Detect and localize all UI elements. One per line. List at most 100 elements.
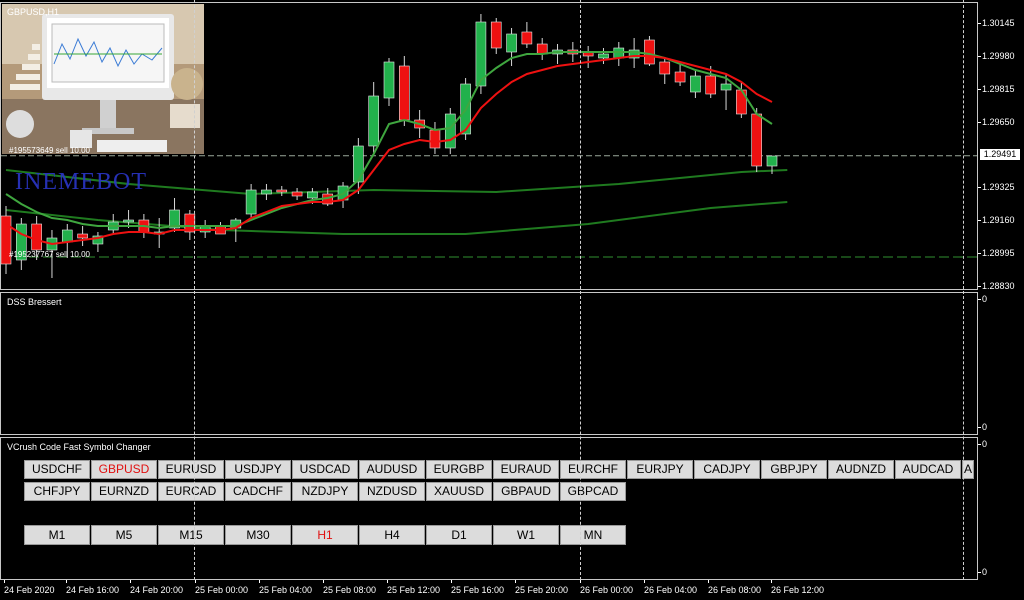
symbol-button-chfjpy[interactable]: CHFJPY bbox=[24, 482, 90, 501]
session-separator-1 bbox=[194, 0, 195, 580]
candle-body bbox=[598, 53, 609, 59]
candle-body bbox=[245, 189, 257, 215]
order-line-label-1: #195573649 sell 10.00 bbox=[9, 146, 90, 155]
symbol-button-audusd[interactable]: AUDUSD bbox=[359, 460, 425, 479]
candle-body bbox=[61, 229, 73, 243]
dss-axis-bottom-value: 0 bbox=[977, 422, 988, 432]
order-line-label-2: #195237767 sell 10.00 bbox=[9, 250, 90, 259]
symbol-timeframe-label: GBPUSD,H1 bbox=[7, 7, 60, 17]
timeframe-button-m30[interactable]: M30 bbox=[225, 525, 291, 545]
candle-body bbox=[31, 223, 42, 251]
symbol-button-cadjpy[interactable]: CADJPY bbox=[694, 460, 760, 479]
symbol-button-eurchf[interactable]: EURCHF bbox=[560, 460, 626, 479]
symbol-button-gbpaud[interactable]: GBPAUD bbox=[493, 482, 559, 501]
time-axis-label: 25 Feb 00:00 bbox=[195, 580, 249, 595]
price-chart-pane[interactable]: GBPUSD,H1 INEMEBOT #195573649 sell 10.00… bbox=[0, 2, 978, 290]
watermark-logo: INEMEBOT bbox=[15, 169, 147, 195]
timeframe-button-w1[interactable]: W1 bbox=[493, 525, 559, 545]
symbol-button-gbpcad[interactable]: GBPCAD bbox=[560, 482, 626, 501]
desk-photo-overlay bbox=[2, 4, 204, 154]
candle-body bbox=[276, 189, 288, 193]
candle-body bbox=[429, 129, 441, 149]
changer-axis-bottom-value: 0 bbox=[977, 567, 988, 577]
candle-body bbox=[368, 95, 379, 147]
price-axis-tick: 1.29160 bbox=[978, 215, 1015, 225]
candle-body bbox=[77, 233, 88, 239]
symbol-button-usdcad[interactable]: USDCAD bbox=[292, 460, 358, 479]
dss-axis-top-value: 0 bbox=[977, 294, 988, 304]
price-axis-tick: 1.29980 bbox=[978, 51, 1015, 61]
candle-body bbox=[123, 219, 134, 223]
time-axis-label: 25 Feb 12:00 bbox=[387, 580, 441, 595]
symbol-button-usdjpy[interactable]: USDJPY bbox=[225, 460, 291, 479]
candle-body bbox=[444, 113, 456, 149]
candle-body bbox=[353, 145, 364, 183]
current-bid-price: 1.29491 bbox=[980, 148, 1020, 160]
price-axis-tick: 1.29650 bbox=[978, 117, 1015, 127]
changer-axis-top-value: 0 bbox=[977, 439, 988, 449]
candle-body bbox=[291, 191, 303, 197]
symbol-button-eurcad[interactable]: EURCAD bbox=[158, 482, 224, 501]
timeframe-button-d1[interactable]: D1 bbox=[426, 525, 492, 545]
price-axis-tick: 1.28830 bbox=[978, 281, 1015, 291]
price-axis-tick: 1.29815 bbox=[978, 84, 1015, 94]
time-axis-label: 25 Feb 16:00 bbox=[451, 580, 505, 595]
candle-body bbox=[383, 61, 395, 99]
time-axis-label: 25 Feb 08:00 bbox=[323, 580, 377, 595]
candle-body bbox=[307, 191, 318, 199]
symbol-button-nzdjpy[interactable]: NZDJPY bbox=[292, 482, 358, 501]
price-axis-tick: 1.28995 bbox=[978, 248, 1015, 258]
candle-body bbox=[261, 189, 272, 195]
symbol-button-audcad[interactable]: AUDCAD bbox=[895, 460, 961, 479]
symbol-button-gbpusd[interactable]: GBPUSD bbox=[91, 460, 157, 479]
symbol-button-audnzd[interactable]: AUDNZD bbox=[828, 460, 894, 479]
session-separator-2 bbox=[580, 0, 581, 580]
candle-body bbox=[644, 39, 655, 65]
price-axis-tick: 1.30145 bbox=[978, 18, 1015, 28]
price-axis-tick: 1.29325 bbox=[978, 182, 1015, 192]
dss-indicator-pane[interactable]: DSS Bressert bbox=[0, 292, 978, 435]
dss-indicator-title: DSS Bressert bbox=[7, 297, 62, 307]
symbol-button-xauusd[interactable]: XAUUSD bbox=[426, 482, 492, 501]
symbol-button-usdchf[interactable]: USDCHF bbox=[24, 460, 90, 479]
symbol-button-eurjpy[interactable]: EURJPY bbox=[627, 460, 693, 479]
symbol-changer-title: VCrush Code Fast Symbol Changer bbox=[7, 442, 151, 452]
symbol-button-gbpjpy[interactable]: GBPJPY bbox=[761, 460, 827, 479]
time-axis-label: 26 Feb 12:00 bbox=[771, 580, 825, 595]
candle-body bbox=[399, 65, 410, 121]
symbol-button-cadchf[interactable]: CADCHF bbox=[225, 482, 291, 501]
time-axis-label: 26 Feb 00:00 bbox=[580, 580, 634, 595]
symbol-button-euraud[interactable]: EURAUD bbox=[493, 460, 559, 479]
time-axis[interactable]: 24 Feb 2020 24 Feb 16:00 24 Feb 20:00 25 Fe… bbox=[0, 580, 1024, 600]
candle-body bbox=[766, 155, 778, 167]
time-axis-label: 25 Feb 04:00 bbox=[259, 580, 313, 595]
timeframe-button-h1[interactable]: H1 bbox=[292, 525, 358, 545]
time-axis-label: 24 Feb 20:00 bbox=[130, 580, 184, 595]
timeframe-button-m15[interactable]: M15 bbox=[158, 525, 224, 545]
candle-body bbox=[490, 21, 502, 49]
timeframe-button-m5[interactable]: M5 bbox=[91, 525, 157, 545]
symbol-changer-pane[interactable]: VCrush Code Fast Symbol Changer USDCHF GB… bbox=[0, 437, 978, 580]
candle-body bbox=[720, 83, 732, 91]
candle-body bbox=[705, 75, 717, 95]
candle-body bbox=[690, 75, 701, 93]
timeframe-button-m1[interactable]: M1 bbox=[24, 525, 90, 545]
candle-body bbox=[536, 43, 548, 55]
time-axis-label: 24 Feb 2020 bbox=[4, 580, 55, 595]
symbol-button-eurnzd[interactable]: EURNZD bbox=[91, 482, 157, 501]
symbol-button-nzdusd[interactable]: NZDUSD bbox=[359, 482, 425, 501]
symbol-button-eurusd[interactable]: EURUSD bbox=[158, 460, 224, 479]
time-axis-label: 26 Feb 08:00 bbox=[708, 580, 762, 595]
symbol-button-eurgbp[interactable]: EURGBP bbox=[426, 460, 492, 479]
time-axis-label: 25 Feb 20:00 bbox=[515, 580, 569, 595]
price-axis[interactable]: 1.30145 1.29980 1.29815 1.29650 1.29325 1.291… bbox=[978, 2, 1024, 291]
timeframe-button-h4[interactable]: H4 bbox=[359, 525, 425, 545]
candle-body bbox=[506, 33, 517, 53]
dss-axis: 0 0 bbox=[977, 292, 1024, 435]
candle-body bbox=[521, 31, 533, 45]
candle-body bbox=[659, 61, 671, 75]
candle-body bbox=[674, 71, 686, 83]
timeframe-button-mn[interactable]: MN bbox=[560, 525, 626, 545]
time-axis-label: 24 Feb 16:00 bbox=[66, 580, 120, 595]
candle-body bbox=[751, 113, 762, 167]
